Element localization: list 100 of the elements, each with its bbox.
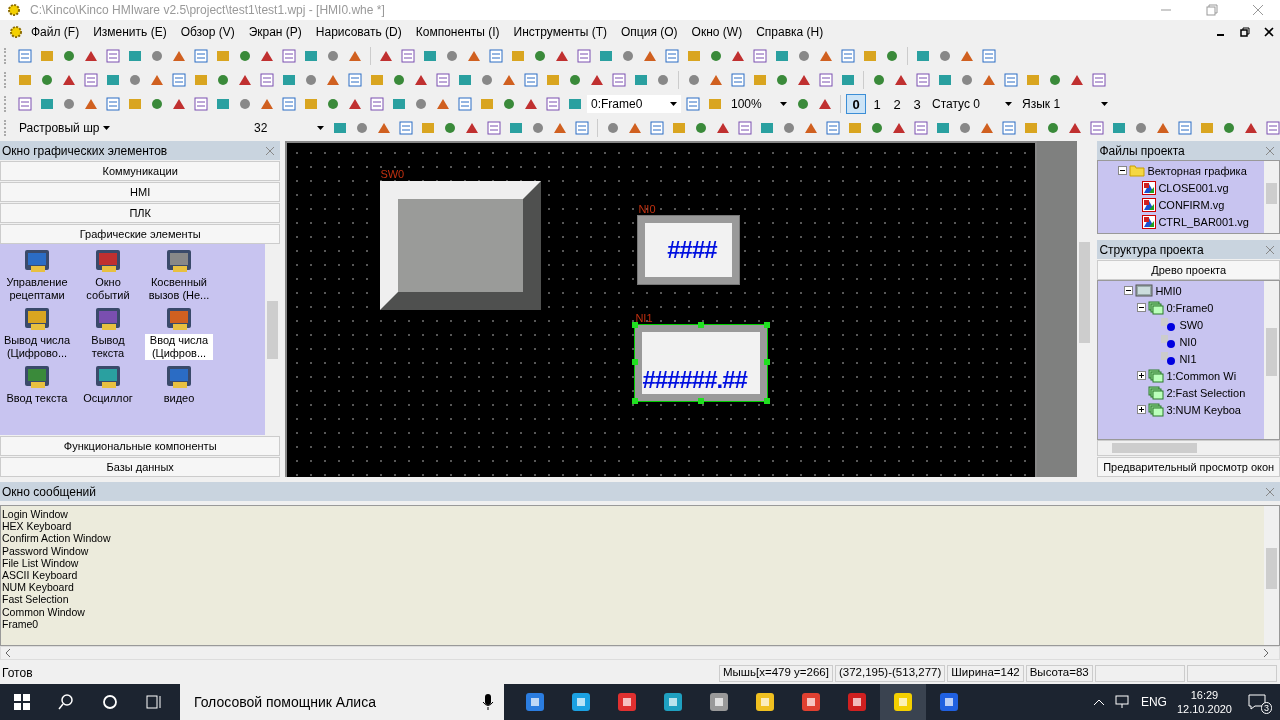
palette-item[interactable]: видео	[145, 392, 213, 405]
tool-icon[interactable]	[391, 96, 407, 112]
tool-icon[interactable]	[774, 72, 790, 88]
tool-icon[interactable]	[127, 72, 143, 88]
tool-icon[interactable]	[61, 48, 77, 64]
state-button[interactable]: 1	[868, 95, 886, 113]
selection-handle[interactable]	[764, 322, 771, 328]
tool-icon[interactable]	[840, 72, 856, 88]
menu-item[interactable]: Компоненты (I)	[408, 22, 507, 42]
tool-icon[interactable]	[347, 72, 363, 88]
scroll-right-icon[interactable]	[1263, 649, 1269, 657]
tool-icon[interactable]	[303, 48, 319, 64]
palette-item[interactable]: Осциллог	[74, 392, 142, 405]
expand-icon[interactable]	[1137, 405, 1147, 414]
tool-icon[interactable]	[869, 120, 885, 136]
collapse-icon[interactable]	[1124, 286, 1134, 295]
menu-item[interactable]: Нарисовать (D)	[308, 22, 409, 42]
app-icon[interactable]	[662, 691, 684, 713]
tool-icon[interactable]	[730, 72, 746, 88]
selection-handle[interactable]	[764, 398, 771, 404]
tool-icon[interactable]	[259, 72, 275, 88]
tool-icon[interactable]	[574, 120, 590, 136]
tool-icon[interactable]	[281, 96, 297, 112]
tool-icon[interactable]	[215, 72, 231, 88]
tool-icon[interactable]	[39, 96, 55, 112]
tool-icon[interactable]	[325, 96, 341, 112]
tool-icon[interactable]	[1045, 120, 1061, 136]
app-icon[interactable]	[938, 691, 960, 713]
section-button[interactable]: Графические элементы	[0, 224, 281, 244]
tool-icon[interactable]	[957, 120, 973, 136]
tool-icon[interactable]	[193, 96, 209, 112]
tool-icon[interactable]	[825, 120, 841, 136]
button-drawing[interactable]	[380, 181, 542, 310]
notification-icon[interactable]	[1248, 694, 1266, 710]
state-button[interactable]: 0	[846, 94, 866, 114]
scrollbar[interactable]	[1264, 281, 1279, 439]
tool-icon[interactable]	[413, 96, 429, 112]
palette-item[interactable]: Вывод числа (Цифрово...	[3, 334, 71, 360]
tree-item[interactable]: HMI0	[1155, 284, 1182, 297]
tree-item[interactable]: CTRL_BAR001.vg	[1158, 215, 1249, 228]
palette-item[interactable]: Ввод числа (Цифров...	[145, 334, 213, 360]
tool-icon[interactable]	[795, 96, 811, 112]
app-icon[interactable]	[524, 691, 546, 713]
tool-icon[interactable]	[281, 72, 297, 88]
app-icon[interactable]	[846, 691, 868, 713]
app-icon[interactable]	[800, 691, 822, 713]
tool-icon[interactable]	[620, 48, 636, 64]
state-button[interactable]: 2	[888, 95, 906, 113]
tool-icon[interactable]	[486, 120, 502, 136]
tool-icon[interactable]	[545, 96, 561, 112]
section-button[interactable]: HMI	[0, 182, 281, 202]
tool-icon[interactable]	[444, 48, 460, 64]
app-icon[interactable]	[892, 691, 914, 713]
tool-icon[interactable]	[871, 72, 887, 88]
app-icon[interactable]	[570, 691, 592, 713]
scrollbar[interactable]	[1097, 440, 1280, 456]
tool-icon[interactable]	[149, 48, 165, 64]
tool-icon[interactable]	[1221, 120, 1237, 136]
section-button[interactable]: Базы данных	[0, 457, 281, 477]
scroll-thumb[interactable]	[267, 301, 279, 359]
tool-icon[interactable]	[981, 48, 997, 64]
tool-icon[interactable]	[39, 72, 55, 88]
tool-icon[interactable]	[422, 48, 438, 64]
menu-item[interactable]: Справка (H)	[749, 22, 831, 42]
menu-item[interactable]: Опция (O)	[614, 22, 685, 42]
menu-item[interactable]: Изменить (E)	[86, 22, 174, 42]
section-button[interactable]: Коммуникации	[0, 161, 281, 181]
circle-icon[interactable]	[100, 692, 120, 712]
selection-handle[interactable]	[764, 359, 771, 365]
chevron-up-icon[interactable]	[1092, 698, 1105, 706]
tool-icon[interactable]	[354, 120, 370, 136]
app-icon[interactable]	[616, 691, 638, 713]
tool-icon[interactable]	[685, 96, 701, 112]
tool-icon[interactable]	[1133, 120, 1149, 136]
tree-item[interactable]: CONFIRM.vg	[1158, 198, 1225, 211]
palette-item[interactable]: Окно событий	[74, 276, 142, 302]
tool-icon[interactable]	[523, 72, 539, 88]
app-icon[interactable]	[754, 691, 776, 713]
tool-icon[interactable]	[737, 120, 753, 136]
tool-icon[interactable]	[479, 72, 495, 88]
tool-icon[interactable]	[149, 96, 165, 112]
tool-icon[interactable]	[937, 72, 953, 88]
scrollbar[interactable]	[1264, 161, 1279, 233]
tool-icon[interactable]	[1089, 120, 1105, 136]
tool-icon[interactable]	[605, 120, 621, 136]
tool-icon[interactable]	[884, 48, 900, 64]
tool-icon[interactable]	[759, 120, 775, 136]
tool-icon[interactable]	[303, 72, 319, 88]
expand-icon[interactable]	[1137, 371, 1147, 380]
collapse-icon[interactable]	[1118, 166, 1128, 175]
selection-handle[interactable]	[632, 359, 639, 365]
tool-icon[interactable]	[708, 48, 724, 64]
tool-icon[interactable]	[774, 48, 790, 64]
tool-icon[interactable]	[649, 120, 665, 136]
task-view-icon[interactable]	[144, 692, 164, 712]
tool-icon[interactable]	[508, 120, 524, 136]
tool-icon[interactable]	[530, 120, 546, 136]
tool-icon[interactable]	[105, 96, 121, 112]
tool-icon[interactable]	[457, 72, 473, 88]
tree-item[interactable]: SW0	[1179, 318, 1204, 331]
